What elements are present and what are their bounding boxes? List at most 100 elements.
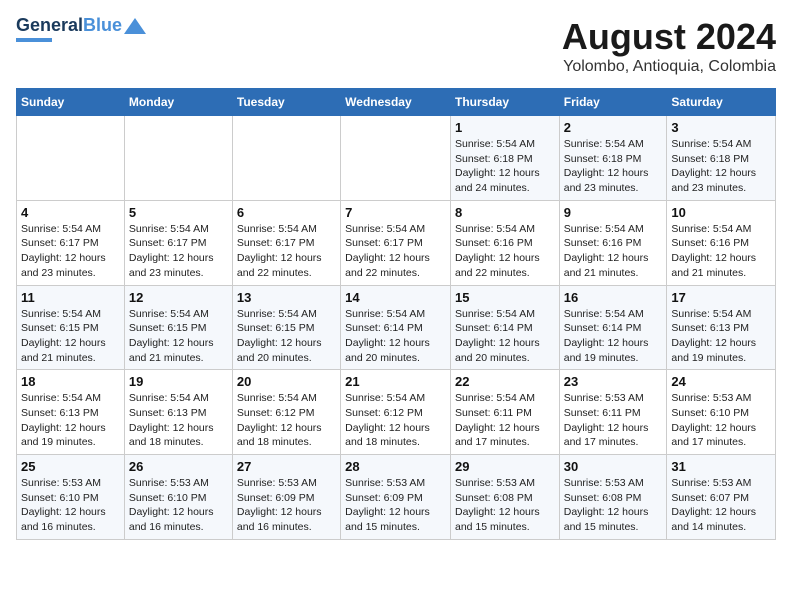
cell-day-number: 3 bbox=[671, 120, 771, 135]
cell-day-number: 1 bbox=[455, 120, 555, 135]
cell-info-text: Sunrise: 5:54 AM Sunset: 6:17 PM Dayligh… bbox=[129, 222, 228, 281]
cell-info-text: Sunrise: 5:54 AM Sunset: 6:14 PM Dayligh… bbox=[345, 307, 446, 366]
cell-info-text: Sunrise: 5:53 AM Sunset: 6:10 PM Dayligh… bbox=[129, 476, 228, 535]
cell-info-text: Sunrise: 5:54 AM Sunset: 6:14 PM Dayligh… bbox=[564, 307, 663, 366]
cell-day-number: 4 bbox=[21, 205, 120, 220]
cell-day-number: 20 bbox=[237, 374, 336, 389]
logo: GeneralBlue bbox=[16, 16, 146, 42]
cell-day-number: 21 bbox=[345, 374, 446, 389]
calendar-cell: 8 Sunrise: 5:54 AM Sunset: 6:16 PM Daylig… bbox=[450, 200, 559, 285]
calendar-body: 1 Sunrise: 5:54 AM Sunset: 6:18 PM Daylig… bbox=[17, 116, 776, 540]
cell-day-number: 7 bbox=[345, 205, 446, 220]
cell-day-number: 15 bbox=[455, 290, 555, 305]
cell-info-text: Sunrise: 5:54 AM Sunset: 6:15 PM Dayligh… bbox=[129, 307, 228, 366]
cell-info-text: Sunrise: 5:54 AM Sunset: 6:15 PM Dayligh… bbox=[237, 307, 336, 366]
title-block: August 2024 Yolombo, Antioquia, Colombia bbox=[562, 16, 776, 76]
cell-day-number: 11 bbox=[21, 290, 120, 305]
cell-info-text: Sunrise: 5:53 AM Sunset: 6:11 PM Dayligh… bbox=[564, 391, 663, 450]
calendar-cell: 2Sunrise: 5:54 AM Sunset: 6:18 PM Daylig… bbox=[559, 116, 667, 201]
cell-info-text: Sunrise: 5:54 AM Sunset: 6:16 PM Dayligh… bbox=[564, 222, 663, 281]
cell-info-text: Sunrise: 5:54 AM Sunset: 6:13 PM Dayligh… bbox=[671, 307, 771, 366]
col-saturday: Saturday bbox=[667, 89, 776, 116]
cell-day-number: 5 bbox=[129, 205, 228, 220]
page-header: GeneralBlue August 2024 Yolombo, Antioqu… bbox=[16, 16, 776, 76]
col-thursday: Thursday bbox=[450, 89, 559, 116]
cell-day-number: 8 bbox=[455, 205, 555, 220]
calendar-cell: 28 Sunrise: 5:53 AM Sunset: 6:09 PM Dayli… bbox=[341, 455, 451, 540]
col-monday: Monday bbox=[124, 89, 232, 116]
calendar-cell: 11 Sunrise: 5:54 AM Sunset: 6:15 PM Dayli… bbox=[17, 285, 125, 370]
cell-info-text: Sunrise: 5:54 AM Sunset: 6:13 PM Dayligh… bbox=[21, 391, 120, 450]
calendar-cell: 22Sunrise: 5:54 AM Sunset: 6:11 PM Dayli… bbox=[450, 370, 559, 455]
cell-day-number: 31 bbox=[671, 459, 771, 474]
calendar-cell: 30Sunrise: 5:53 AM Sunset: 6:08 PM Dayli… bbox=[559, 455, 667, 540]
calendar-cell: 9 Sunrise: 5:54 AM Sunset: 6:16 PM Daylig… bbox=[559, 200, 667, 285]
calendar-cell: 3 Sunrise: 5:54 AM Sunset: 6:18 PM Daylig… bbox=[667, 116, 776, 201]
cell-info-text: Sunrise: 5:54 AM Sunset: 6:15 PM Dayligh… bbox=[21, 307, 120, 366]
cell-info-text: Sunrise: 5:54 AM Sunset: 6:16 PM Dayligh… bbox=[455, 222, 555, 281]
calendar-cell: 1 Sunrise: 5:54 AM Sunset: 6:18 PM Daylig… bbox=[450, 116, 559, 201]
calendar-cell: 20 Sunrise: 5:54 AM Sunset: 6:12 PM Dayli… bbox=[232, 370, 340, 455]
cell-day-number: 19 bbox=[129, 374, 228, 389]
calendar-cell: 14 Sunrise: 5:54 AM Sunset: 6:14 PM Dayli… bbox=[341, 285, 451, 370]
cell-day-number: 17 bbox=[671, 290, 771, 305]
calendar-cell: 10Sunrise: 5:54 AM Sunset: 6:16 PM Dayli… bbox=[667, 200, 776, 285]
col-friday: Friday bbox=[559, 89, 667, 116]
cell-info-text: Sunrise: 5:54 AM Sunset: 6:16 PM Dayligh… bbox=[671, 222, 771, 281]
cell-info-text: Sunrise: 5:54 AM Sunset: 6:17 PM Dayligh… bbox=[345, 222, 446, 281]
logo-bar bbox=[16, 38, 52, 42]
cell-day-number: 18 bbox=[21, 374, 120, 389]
calendar-cell: 26 Sunrise: 5:53 AM Sunset: 6:10 PM Dayli… bbox=[124, 455, 232, 540]
calendar-week-3: 11 Sunrise: 5:54 AM Sunset: 6:15 PM Dayli… bbox=[17, 285, 776, 370]
calendar-cell: 17 Sunrise: 5:54 AM Sunset: 6:13 PM Dayli… bbox=[667, 285, 776, 370]
cell-info-text: Sunrise: 5:54 AM Sunset: 6:12 PM Dayligh… bbox=[237, 391, 336, 450]
calendar-header: Sunday Monday Tuesday Wednesday Thursday… bbox=[17, 89, 776, 116]
calendar-cell: 15 Sunrise: 5:54 AM Sunset: 6:14 PM Dayli… bbox=[450, 285, 559, 370]
cell-info-text: Sunrise: 5:53 AM Sunset: 6:09 PM Dayligh… bbox=[345, 476, 446, 535]
calendar-table: Sunday Monday Tuesday Wednesday Thursday… bbox=[16, 88, 776, 540]
cell-info-text: Sunrise: 5:54 AM Sunset: 6:18 PM Dayligh… bbox=[455, 137, 555, 196]
cell-day-number: 9 bbox=[564, 205, 663, 220]
calendar-cell: 16 Sunrise: 5:54 AM Sunset: 6:14 PM Dayli… bbox=[559, 285, 667, 370]
cell-info-text: Sunrise: 5:53 AM Sunset: 6:10 PM Dayligh… bbox=[21, 476, 120, 535]
calendar-cell bbox=[17, 116, 125, 201]
calendar-week-1: 1 Sunrise: 5:54 AM Sunset: 6:18 PM Daylig… bbox=[17, 116, 776, 201]
calendar-cell: 24 Sunrise: 5:53 AM Sunset: 6:10 PM Dayli… bbox=[667, 370, 776, 455]
calendar-cell: 29Sunrise: 5:53 AM Sunset: 6:08 PM Dayli… bbox=[450, 455, 559, 540]
calendar-cell: 7 Sunrise: 5:54 AM Sunset: 6:17 PM Daylig… bbox=[341, 200, 451, 285]
cell-info-text: Sunrise: 5:53 AM Sunset: 6:09 PM Dayligh… bbox=[237, 476, 336, 535]
calendar-cell: 31 Sunrise: 5:53 AM Sunset: 6:07 PM Dayli… bbox=[667, 455, 776, 540]
calendar-cell: 21Sunrise: 5:54 AM Sunset: 6:12 PM Dayli… bbox=[341, 370, 451, 455]
cell-info-text: Sunrise: 5:53 AM Sunset: 6:10 PM Dayligh… bbox=[671, 391, 771, 450]
calendar-cell: 12 Sunrise: 5:54 AM Sunset: 6:15 PM Dayli… bbox=[124, 285, 232, 370]
cell-info-text: Sunrise: 5:54 AM Sunset: 6:13 PM Dayligh… bbox=[129, 391, 228, 450]
col-wednesday: Wednesday bbox=[341, 89, 451, 116]
cell-day-number: 6 bbox=[237, 205, 336, 220]
col-tuesday: Tuesday bbox=[232, 89, 340, 116]
cell-day-number: 12 bbox=[129, 290, 228, 305]
col-sunday: Sunday bbox=[17, 89, 125, 116]
cell-info-text: Sunrise: 5:54 AM Sunset: 6:18 PM Dayligh… bbox=[671, 137, 771, 196]
calendar-week-2: 4 Sunrise: 5:54 AM Sunset: 6:17 PM Daylig… bbox=[17, 200, 776, 285]
cell-day-number: 24 bbox=[671, 374, 771, 389]
cell-info-text: Sunrise: 5:54 AM Sunset: 6:14 PM Dayligh… bbox=[455, 307, 555, 366]
page-title: August 2024 bbox=[562, 16, 776, 58]
cell-day-number: 23 bbox=[564, 374, 663, 389]
cell-day-number: 25 bbox=[21, 459, 120, 474]
calendar-cell bbox=[124, 116, 232, 201]
calendar-cell: 25 Sunrise: 5:53 AM Sunset: 6:10 PM Dayli… bbox=[17, 455, 125, 540]
cell-day-number: 16 bbox=[564, 290, 663, 305]
cell-day-number: 28 bbox=[345, 459, 446, 474]
calendar-week-5: 25 Sunrise: 5:53 AM Sunset: 6:10 PM Dayli… bbox=[17, 455, 776, 540]
cell-info-text: Sunrise: 5:53 AM Sunset: 6:07 PM Dayligh… bbox=[671, 476, 771, 535]
cell-day-number: 29 bbox=[455, 459, 555, 474]
header-row: Sunday Monday Tuesday Wednesday Thursday… bbox=[17, 89, 776, 116]
calendar-cell bbox=[341, 116, 451, 201]
calendar-cell: 4Sunrise: 5:54 AM Sunset: 6:17 PM Daylig… bbox=[17, 200, 125, 285]
cell-info-text: Sunrise: 5:54 AM Sunset: 6:18 PM Dayligh… bbox=[564, 137, 663, 196]
cell-day-number: 26 bbox=[129, 459, 228, 474]
cell-day-number: 14 bbox=[345, 290, 446, 305]
calendar-cell: 27Sunrise: 5:53 AM Sunset: 6:09 PM Dayli… bbox=[232, 455, 340, 540]
calendar-cell: 18 Sunrise: 5:54 AM Sunset: 6:13 PM Dayli… bbox=[17, 370, 125, 455]
calendar-week-4: 18 Sunrise: 5:54 AM Sunset: 6:13 PM Dayli… bbox=[17, 370, 776, 455]
